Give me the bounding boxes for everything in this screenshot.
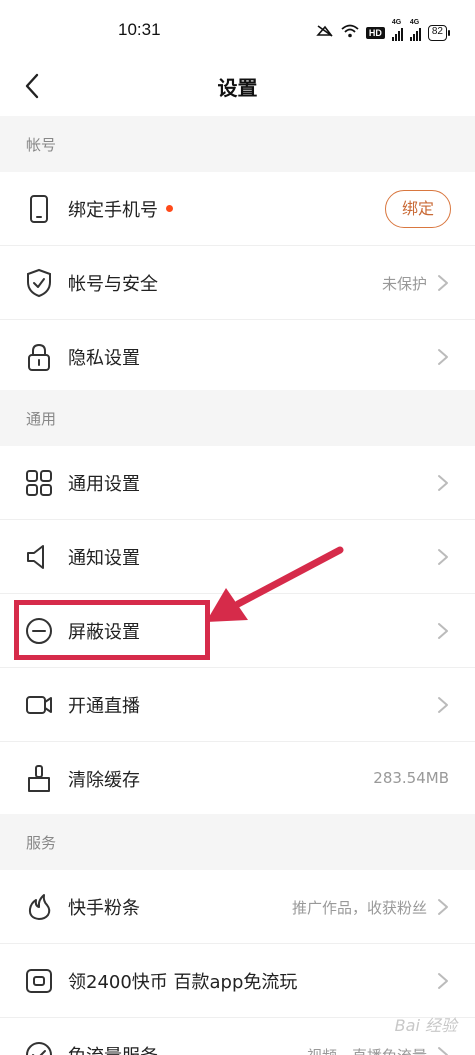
- row-clear-cache-label: 清除缓存: [68, 770, 140, 791]
- speaker-icon: [27, 545, 44, 569]
- hd-badge: HD: [365, 26, 385, 39]
- row-account-security[interactable]: 帐号与安全 未保护: [0, 246, 475, 320]
- lock-icon: [28, 343, 50, 371]
- row-notification-settings-label: 通知设置: [68, 548, 140, 569]
- chevron-right-icon: [438, 899, 448, 915]
- chevron-right-icon: [438, 697, 448, 713]
- status-icons: HD 4G 4G 82: [316, 19, 451, 44]
- wifi-icon: [341, 24, 359, 41]
- grid-icon: [26, 470, 52, 496]
- bind-button[interactable]: 绑定: [385, 190, 451, 228]
- shield-check-icon: [27, 268, 51, 298]
- row-live-stream[interactable]: 开通直播: [0, 668, 475, 742]
- phone-icon: [30, 195, 48, 223]
- watermark: Bai 经验: [394, 1016, 457, 1035]
- row-privacy-label: 隐私设置: [68, 348, 140, 369]
- free-data-description: 视频、直播免流量: [307, 1045, 427, 1055]
- row-bind-phone[interactable]: 绑定手机号 绑定: [0, 172, 475, 246]
- row-account-security-label: 帐号与安全: [68, 274, 158, 295]
- status-bar: 10:31 HD 4G 4G 82: [0, 0, 475, 60]
- chevron-right-icon: [438, 973, 448, 989]
- chevron-right-icon: [438, 1047, 448, 1055]
- chevron-right-icon: [438, 275, 448, 291]
- page-title: 设置: [217, 76, 258, 100]
- chevron-right-icon: [438, 549, 448, 565]
- row-clear-cache[interactable]: 清除缓存 283.54MB: [0, 742, 475, 816]
- cache-size: 283.54MB: [373, 769, 449, 787]
- chevron-right-icon: [438, 349, 448, 365]
- row-bind-phone-label: 绑定手机号: [68, 200, 158, 221]
- row-coins[interactable]: 领2400快币 百款app免流玩: [0, 944, 475, 1018]
- row-fans[interactable]: 快手粉条 推广作品，收获粉丝: [0, 870, 475, 944]
- coin-card-icon: [26, 969, 52, 993]
- nav-bar: 设置: [0, 60, 475, 112]
- broom-icon: [28, 765, 50, 792]
- notification-dot: [166, 204, 173, 212]
- row-free-data-label: 免流量服务: [68, 1042, 158, 1055]
- row-general-settings-label: 通用设置: [68, 474, 140, 495]
- fans-description: 推广作品，收获粉丝: [291, 899, 427, 917]
- section-header-account: 帐号: [0, 116, 475, 172]
- data-icon: [26, 1042, 52, 1055]
- row-fans-label: 快手粉条: [68, 898, 140, 919]
- account-security-status: 未保护: [381, 275, 427, 293]
- row-general-settings[interactable]: 通用设置: [0, 446, 475, 520]
- section-header-general: 通用: [0, 390, 475, 446]
- status-time: 10:31: [118, 20, 161, 39]
- annotation-highlight-box: [14, 600, 210, 660]
- chevron-right-icon: [438, 475, 448, 491]
- flame-icon: [28, 894, 51, 920]
- row-notification-settings[interactable]: 通知设置: [0, 520, 475, 594]
- signal-icon-2: 4G: [409, 19, 421, 44]
- row-coins-label: 领2400快币 百款app免流玩: [68, 972, 298, 993]
- battery-indicator: 82: [427, 24, 451, 41]
- row-privacy[interactable]: 隐私设置: [0, 320, 475, 394]
- mute-icon: [316, 24, 334, 41]
- section-header-services: 服务: [0, 814, 475, 870]
- chevron-right-icon: [438, 623, 448, 639]
- video-camera-icon: [26, 696, 52, 714]
- signal-icon: 4G: [391, 19, 403, 44]
- row-live-stream-label: 开通直播: [68, 696, 140, 717]
